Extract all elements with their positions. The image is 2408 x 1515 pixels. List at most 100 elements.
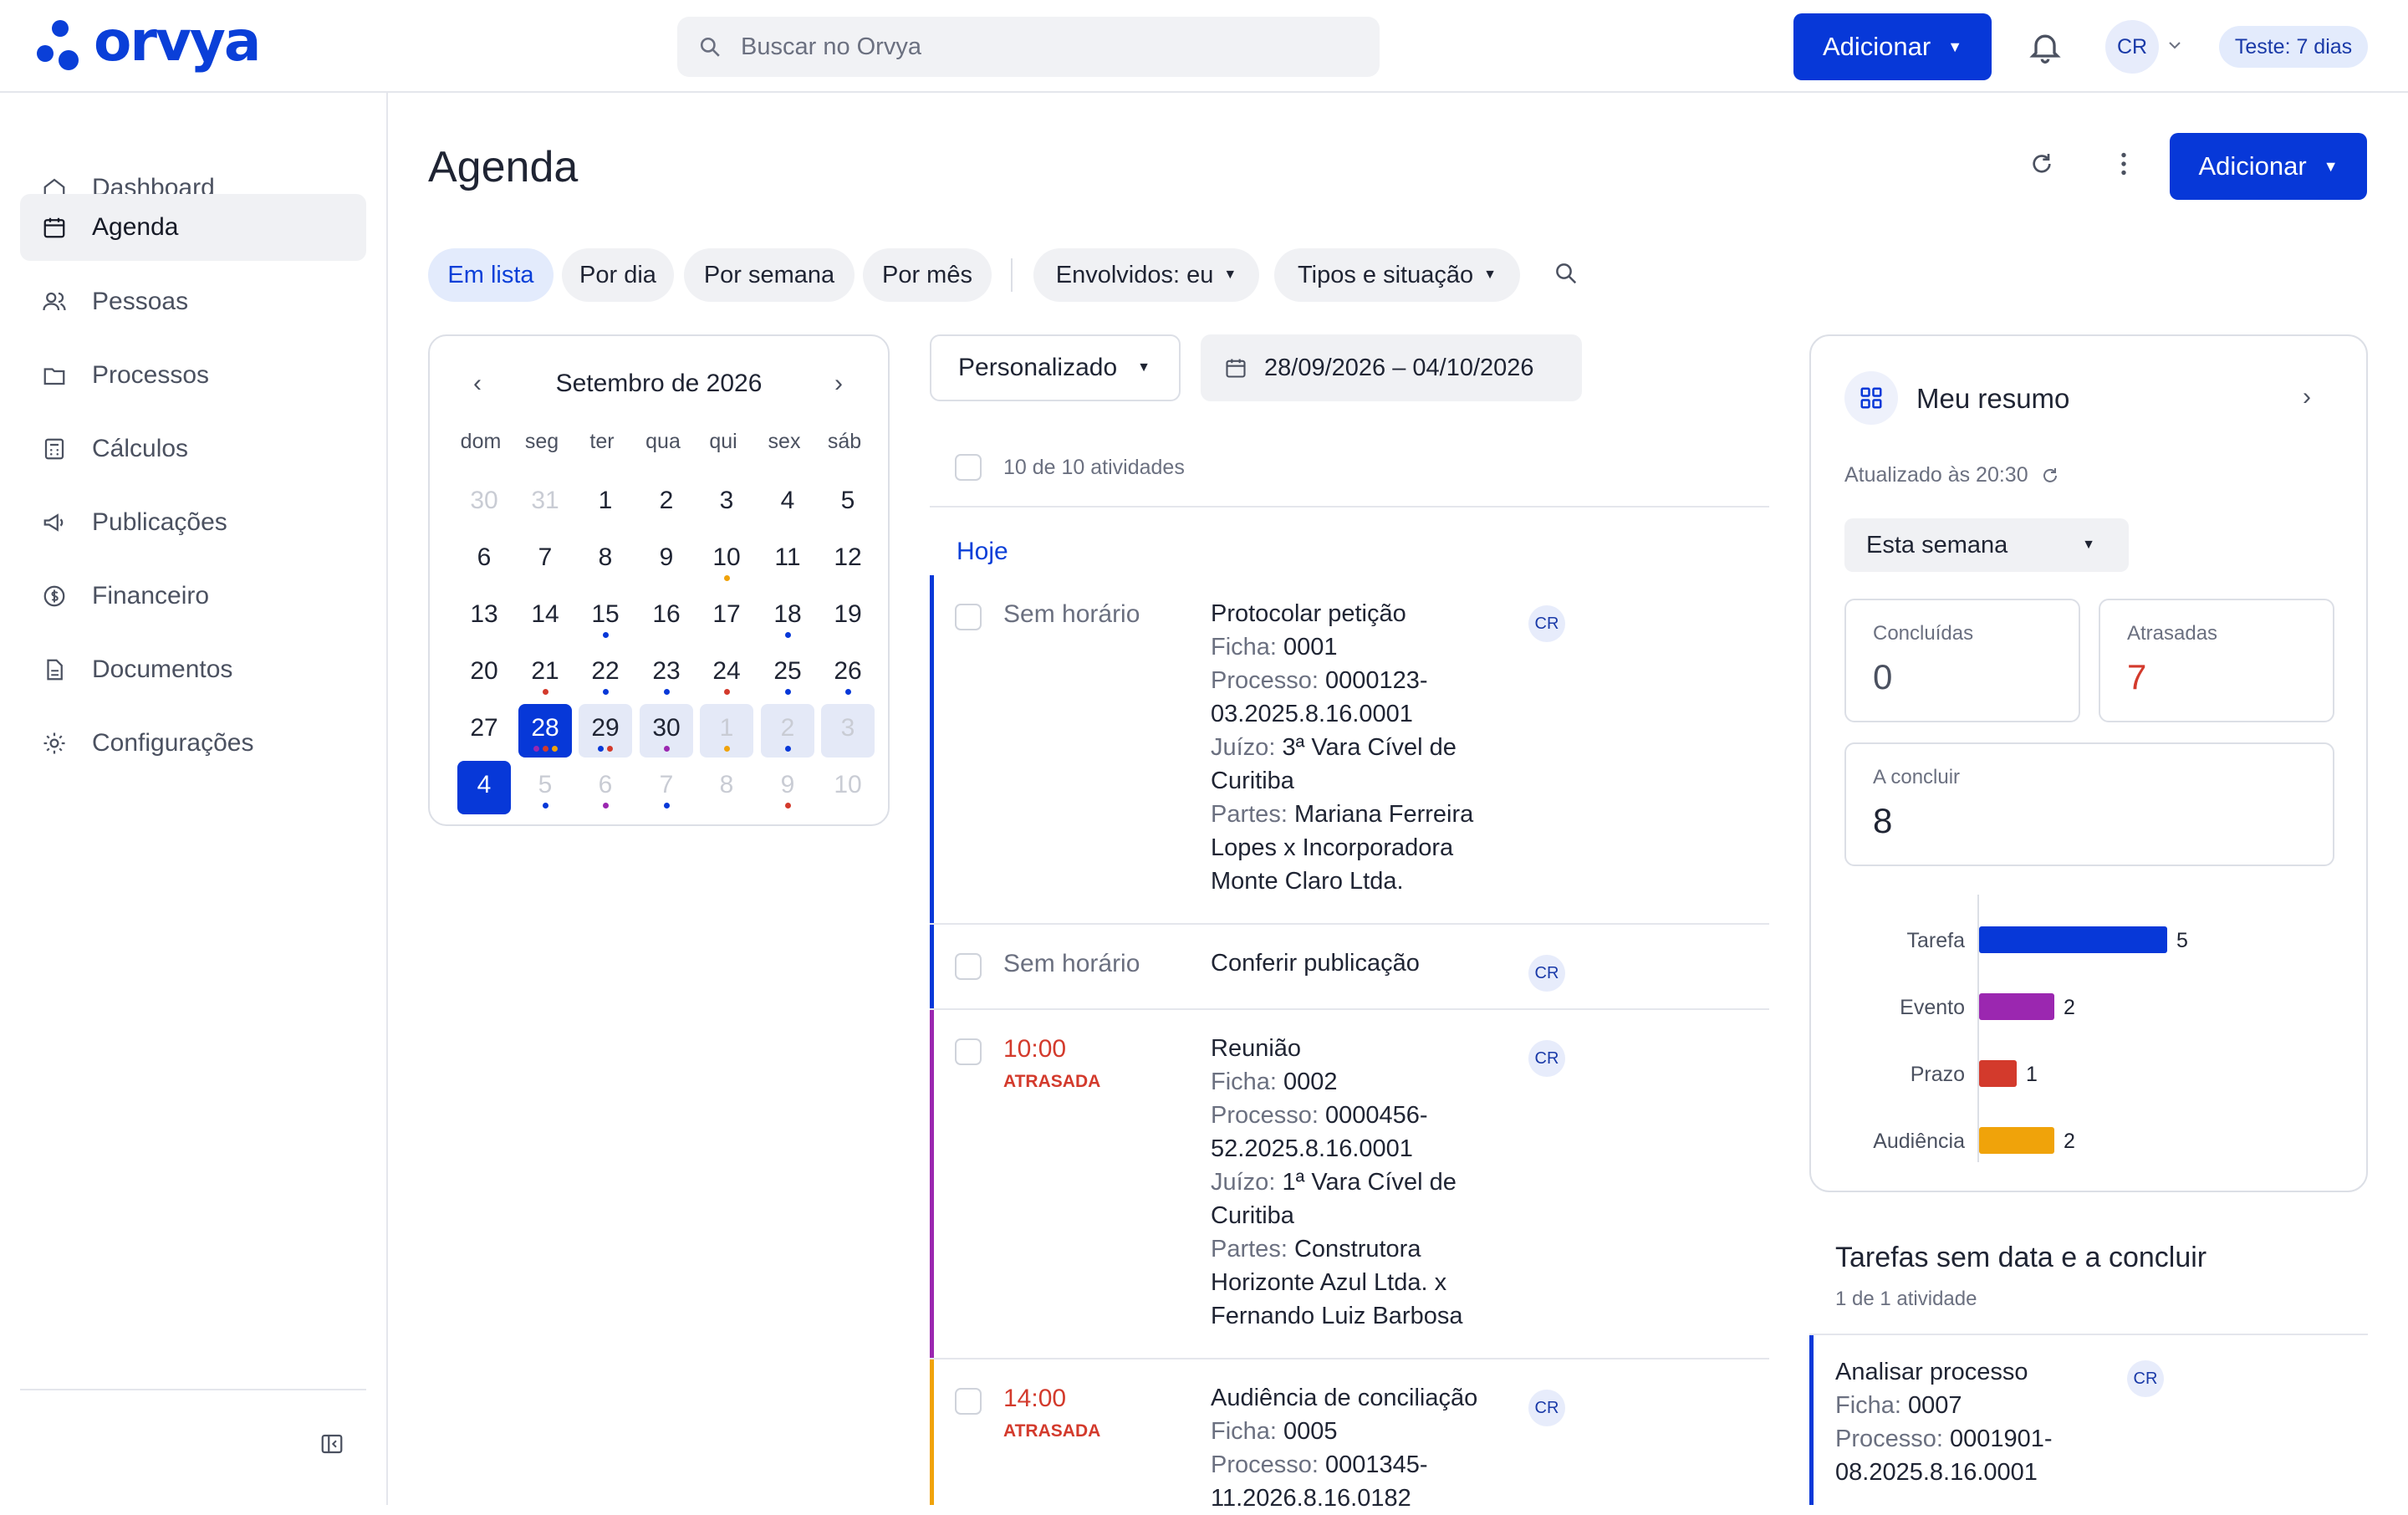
assignee-avatar[interactable]: CR	[1528, 1040, 1565, 1077]
undated-task-item[interactable]: Analisar processo Ficha: 0007 Processo: …	[1809, 1335, 2368, 1505]
assignee-avatar[interactable]: CR	[1528, 955, 1565, 992]
summary-period-select[interactable]: Esta semana ▼	[1844, 518, 2129, 572]
activity-item[interactable]: 14:00 ATRASADA Audiência de conciliação …	[930, 1359, 1769, 1512]
calendar-day[interactable]: 12	[821, 533, 875, 587]
view-tab-week[interactable]: Por semana	[684, 248, 855, 302]
calendar-day[interactable]: 28	[518, 704, 572, 758]
calendar-day[interactable]: 20	[457, 647, 511, 701]
chevron-right-icon[interactable]: ›	[2303, 383, 2311, 411]
calendar-day[interactable]: 7	[640, 761, 693, 814]
filter-types[interactable]: Tipos e situação ▼	[1274, 248, 1520, 302]
period-mode-select[interactable]: Personalizado ▼	[930, 334, 1181, 401]
activity-checkbox[interactable]	[955, 1388, 982, 1415]
sidebar-item-calculos[interactable]: Cálculos	[20, 416, 366, 482]
calendar-day[interactable]: 26	[821, 647, 875, 701]
calendar-day[interactable]: 24	[700, 647, 753, 701]
calendar-day[interactable]: 4	[761, 477, 814, 530]
sidebar-item-financeiro[interactable]: Financeiro	[20, 563, 366, 630]
calendar-day[interactable]: 21	[518, 647, 572, 701]
chevron-right-icon[interactable]: ›	[834, 370, 843, 398]
assignee-avatar[interactable]: CR	[1528, 605, 1565, 642]
activity-checkbox[interactable]	[955, 604, 982, 630]
filter-involved[interactable]: Envolvidos: eu ▼	[1033, 248, 1259, 302]
more-options-icon[interactable]	[2117, 149, 2130, 179]
bar-value-label: 2	[2064, 996, 2075, 1019]
calendar-day[interactable]: 6	[579, 761, 632, 814]
calendar-day[interactable]: 7	[518, 533, 572, 587]
view-tab-day[interactable]: Por dia	[562, 248, 674, 302]
calendar-day[interactable]: 8	[579, 533, 632, 587]
assignee-avatar[interactable]: CR	[1528, 1390, 1565, 1426]
calendar-day[interactable]: 9	[640, 533, 693, 587]
refresh-icon[interactable]	[2040, 466, 2060, 486]
calendar-day[interactable]: 11	[761, 533, 814, 587]
date-range-picker[interactable]: 28/09/2026 – 04/10/2026	[1201, 334, 1582, 401]
calendar-day[interactable]: 31	[518, 477, 572, 530]
bar-tarefa[interactable]	[1979, 926, 2167, 953]
calendar-day[interactable]: 3	[821, 704, 875, 758]
calendar-day[interactable]: 1	[700, 704, 753, 758]
activity-checkbox[interactable]	[955, 953, 982, 980]
calendar-day[interactable]: 16	[640, 590, 693, 644]
orvya-logo[interactable]: orvya	[37, 9, 261, 75]
calendar-day[interactable]: 13	[457, 590, 511, 644]
calendar-day[interactable]: 29	[579, 704, 632, 758]
sidebar-item-agenda[interactable]: Agenda	[20, 194, 366, 261]
page-add-button[interactable]: Adicionar ▼	[2170, 133, 2367, 200]
calendar-day[interactable]: 3	[700, 477, 753, 530]
stat-done[interactable]: Concluídas 0	[1844, 599, 2080, 722]
sidebar-item-pessoas[interactable]: Pessoas	[20, 268, 366, 335]
calendar-day[interactable]: 15	[579, 590, 632, 644]
calendar-day[interactable]: 14	[518, 590, 572, 644]
bar-evento[interactable]	[1979, 993, 2054, 1020]
calendar-day[interactable]: 23	[640, 647, 693, 701]
bar-audiência[interactable]	[1979, 1127, 2054, 1154]
gear-icon	[43, 732, 65, 754]
calendar-day[interactable]: 5	[821, 477, 875, 530]
bell-icon[interactable]	[2027, 28, 2064, 65]
activity-item[interactable]: Sem horário Protocolar petição Ficha: 00…	[930, 575, 1769, 925]
calendar-day[interactable]: 30	[640, 704, 693, 758]
sidebar-item-documentos[interactable]: Documentos	[20, 636, 366, 703]
stat-late[interactable]: Atrasadas 7	[2099, 599, 2334, 722]
view-tab-month[interactable]: Por mês	[863, 248, 992, 302]
user-avatar[interactable]: CR	[2105, 20, 2159, 74]
sidebar-item-publicacoes[interactable]: Publicações	[20, 489, 366, 556]
assignee-avatar[interactable]: CR	[2127, 1360, 2164, 1397]
stat-todo[interactable]: A concluir 8	[1844, 742, 2334, 866]
calendar-day[interactable]: 5	[518, 761, 572, 814]
chevron-down-icon[interactable]	[2166, 37, 2183, 54]
calendar-day[interactable]: 1	[579, 477, 632, 530]
calendar-day[interactable]: 30	[457, 477, 511, 530]
activity-item[interactable]: 10:00 ATRASADA Reunião Ficha: 0002 Proce…	[930, 1010, 1769, 1359]
calendar-day[interactable]: 2	[640, 477, 693, 530]
activity-item[interactable]: Sem horário Conferir publicação CR	[930, 925, 1769, 1010]
view-tab-list[interactable]: Em lista	[428, 248, 554, 302]
calendar-day[interactable]: 2	[761, 704, 814, 758]
calendar-day[interactable]: 19	[821, 590, 875, 644]
select-all-checkbox[interactable]	[955, 454, 982, 481]
calendar-day[interactable]: 4	[457, 761, 511, 814]
sidebar-item-configuracoes[interactable]: Configurações	[20, 710, 366, 777]
bar-prazo[interactable]	[1979, 1060, 2017, 1087]
global-search[interactable]: Buscar no Orvya	[677, 17, 1380, 77]
calendar-day[interactable]: 10	[700, 533, 753, 587]
activity-checkbox[interactable]	[955, 1038, 982, 1065]
search-icon[interactable]	[1553, 261, 1579, 286]
refresh-icon[interactable]	[2028, 150, 2055, 177]
collapse-sidebar-icon[interactable]	[319, 1431, 344, 1456]
calendar-day[interactable]: 6	[457, 533, 511, 587]
calendar-day[interactable]: 8	[700, 761, 753, 814]
calendar-day[interactable]: 10	[821, 761, 875, 814]
sidebar-item-processos[interactable]: Processos	[20, 342, 366, 409]
event-dots	[700, 575, 753, 581]
calendar-day[interactable]: 9	[761, 761, 814, 814]
calendar-day[interactable]: 17	[700, 590, 753, 644]
calendar-day[interactable]: 22	[579, 647, 632, 701]
trial-badge[interactable]: Teste: 7 dias	[2219, 26, 2368, 68]
calendar-day[interactable]: 27	[457, 704, 511, 758]
calendar-day[interactable]: 25	[761, 647, 814, 701]
calendar-day[interactable]: 18	[761, 590, 814, 644]
header-add-button[interactable]: Adicionar ▼	[1793, 13, 1992, 80]
event-dot	[607, 746, 613, 752]
